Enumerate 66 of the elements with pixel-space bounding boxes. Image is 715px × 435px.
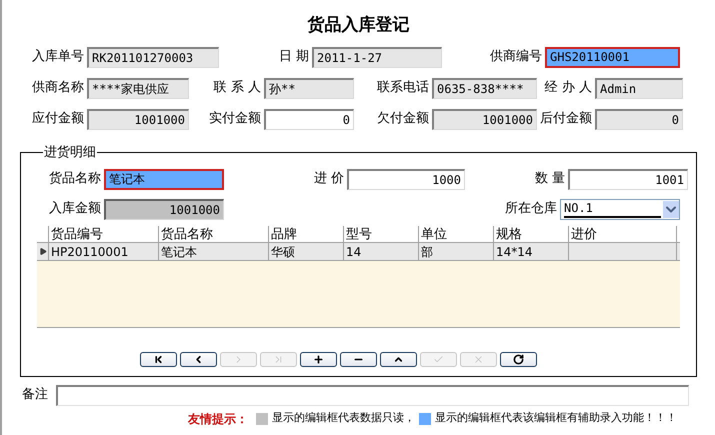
remark-label: 备注: [22, 386, 48, 404]
field-label: 联 系 人: [212, 79, 261, 98]
column-header[interactable]: 品牌: [269, 226, 344, 242]
hint-label: 友情提示：: [188, 410, 248, 428]
field-label: 欠付金额: [376, 110, 429, 128]
text-field[interactable]: 0: [595, 108, 683, 130]
table-cell: HP20110001: [49, 242, 159, 260]
field-label: 实付金额: [208, 110, 261, 128]
field-label: 数 量: [534, 170, 565, 188]
table-cell: 笔记本: [159, 242, 269, 260]
dropdown-icon[interactable]: [663, 200, 679, 218]
field-label: 所在仓库: [505, 200, 557, 218]
text-field[interactable]: ****家电供应: [87, 78, 189, 98]
nav-button[interactable]: [140, 352, 177, 366]
table-cell: 部: [419, 242, 494, 260]
nav-button[interactable]: [180, 352, 217, 366]
table-cell: 14*14: [494, 242, 569, 260]
text-field[interactable]: GHS20110001: [545, 46, 680, 68]
field-label: 货品名称: [48, 170, 101, 188]
plus-icon: [313, 354, 324, 364]
table-row[interactable]: HP20110001 笔记本 华硕 14 部 14*14: [37, 242, 680, 260]
field-label: 日 期: [278, 48, 309, 66]
warehouse-dropdown[interactable]: NO.1: [560, 198, 680, 220]
text-field[interactable]: 1001000: [87, 108, 189, 130]
text-field[interactable]: 0: [264, 108, 354, 130]
nav-button[interactable]: [380, 352, 417, 366]
column-header[interactable]: 规格: [494, 226, 569, 242]
last-record-icon: [273, 354, 284, 364]
column-header[interactable]: 进价: [569, 226, 677, 242]
first-record-icon: [153, 354, 164, 364]
window-title: 货品入库登记: [306, 14, 410, 37]
text-field[interactable]: 1001: [568, 168, 688, 190]
text-field[interactable]: 1000: [347, 168, 465, 190]
nav-button[interactable]: [340, 352, 377, 366]
field-label: 后付金额: [539, 110, 592, 128]
text-field[interactable]: 1001000: [104, 198, 224, 220]
table-cell: 14: [344, 242, 419, 260]
hint-text: 显示的编辑框代表数据只读，: [272, 410, 415, 426]
text-field[interactable]: 笔记本: [104, 168, 224, 190]
field-label: 供商编号: [489, 48, 542, 66]
column-header[interactable]: 货品名称: [159, 226, 269, 242]
column-header[interactable]: 单位: [419, 226, 494, 242]
text-field[interactable]: 0635-838****: [432, 78, 537, 98]
check-icon: [433, 354, 444, 364]
text-field[interactable]: 孙**: [264, 78, 354, 98]
field-label: 入库金额: [48, 200, 101, 218]
field-label: 应付金额: [31, 110, 84, 128]
text-field[interactable]: 1001000: [432, 108, 537, 130]
field-label: 联系电话: [376, 79, 429, 98]
text-field[interactable]: Admin: [595, 78, 683, 98]
column-header[interactable]: 货品编号: [49, 226, 159, 242]
column-header[interactable]: 型号: [344, 226, 419, 242]
field-label: 经 办 人: [544, 79, 592, 98]
refresh-icon: [513, 354, 524, 364]
field-label: 入库单号: [31, 48, 84, 66]
field-label: 进 价: [312, 170, 344, 188]
remark-field[interactable]: [56, 384, 689, 406]
table-cell: 华硕: [269, 242, 344, 260]
hint-text: 显示的编辑框代表该编辑框有辅助录入功能！！！: [435, 410, 677, 426]
text-field[interactable]: RK201101270003: [87, 46, 219, 68]
field-label: 供商名称: [31, 79, 84, 98]
current-row-icon: [38, 246, 46, 256]
close-icon: [473, 354, 484, 364]
nav-button[interactable]: [500, 352, 537, 366]
nav-button[interactable]: [300, 352, 337, 366]
text-field[interactable]: 2011-1-27: [312, 46, 442, 68]
